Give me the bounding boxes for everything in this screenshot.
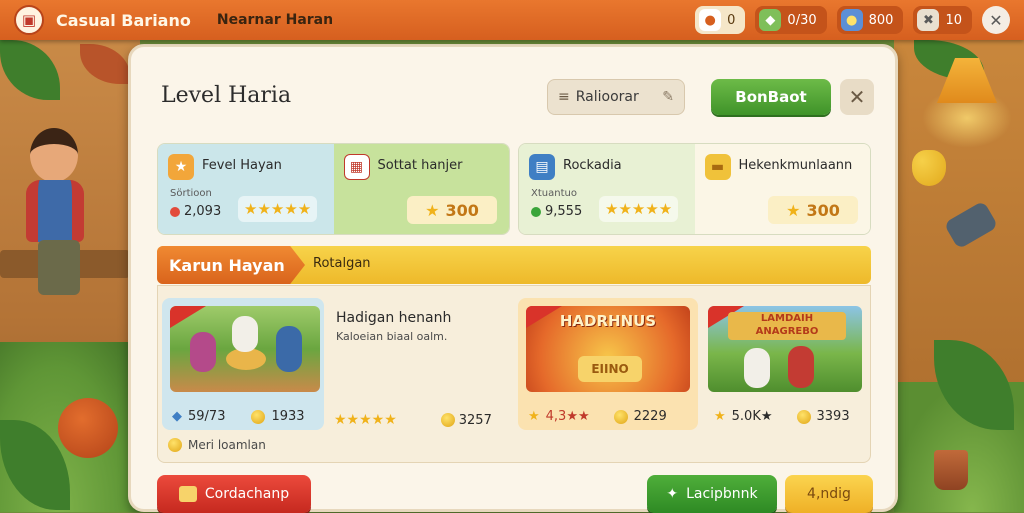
coin-icon	[251, 409, 266, 424]
tools-icon: ✖	[917, 9, 940, 31]
item-description: Kaloeian biaal oalm.	[336, 330, 448, 343]
puzzle-icon: ✦	[666, 486, 679, 502]
thumbnail-title: LAMDAIH ANAGREBO	[728, 312, 846, 340]
panel-close-icon[interactable]: ✕	[840, 79, 874, 115]
rating-stars: ★★★★★	[599, 196, 679, 222]
star-coin-icon: ★	[425, 200, 440, 220]
stats-card[interactable]: ★ Fevel Hayan Sörtioon 2,093 ★★★★★ ▦ Sot…	[157, 143, 510, 235]
thumbnail-sign: EIINO	[578, 356, 642, 382]
shield-icon: ◆	[172, 409, 182, 424]
card-value: 2,093	[170, 204, 221, 219]
calendar-icon: ▦	[343, 154, 370, 180]
card-sublabel: Sörtioon	[170, 188, 212, 199]
card-value: 9,555	[531, 204, 582, 219]
star-coin-icon: ★	[786, 200, 801, 220]
green-action-button[interactable]: ✦ Lacipbnnk	[647, 475, 777, 513]
filter-value: Ralioorar	[575, 89, 639, 105]
new-ribbon	[170, 306, 206, 328]
item-stats: ◆ 59/73 1933	[172, 409, 305, 424]
bananas-decoration	[912, 150, 946, 186]
reward-coins[interactable]: ★ 300	[407, 196, 497, 224]
section-tag[interactable]: Karun Hayan	[157, 246, 305, 284]
reward-coins[interactable]: ★ 300	[768, 196, 858, 224]
star-icon: ★	[714, 409, 726, 424]
gem-value: 0/30	[787, 12, 817, 28]
filter-icon: ≡	[558, 89, 570, 105]
ball-decoration	[58, 398, 118, 458]
card-label: Sottat hanjer	[377, 158, 463, 173]
ticket-icon	[178, 486, 197, 502]
yellow-action-button[interactable]: 4,ndig	[785, 475, 873, 513]
item-title: Hadigan henanh	[336, 310, 452, 326]
character-icon	[190, 332, 216, 372]
coin-icon	[440, 413, 455, 427]
level-list: ◆ 59/73 1933 Hadigan henanh Kaloeian bia…	[157, 285, 871, 463]
ticket-icon: ●	[699, 9, 722, 31]
character-icon	[276, 326, 302, 372]
card-label: Rockadia	[563, 158, 622, 173]
coins-value: 800	[868, 12, 894, 28]
level-panel: Level Haria ≡ Ralioorar ✎ BonBaot ✕ ★ Fe…	[128, 44, 898, 513]
book-icon: ▤	[529, 154, 555, 180]
player-character	[8, 120, 108, 320]
chest-icon[interactable]: ▣	[14, 5, 44, 35]
edit-icon: ✎	[662, 89, 674, 105]
thumbnail-title: HADRHNUS	[559, 312, 657, 330]
coin-icon	[168, 438, 182, 452]
status-dot-icon	[170, 206, 180, 217]
item-stats: ★ 5.0K★ 3393	[714, 409, 850, 424]
gem-counter[interactable]: ◆ 0/30	[755, 6, 827, 34]
top-bar: ▣ Casual Bariano Nearnar Haran ● 0 ◆ 0/3…	[0, 0, 1024, 40]
tools-value: 10	[945, 12, 962, 28]
sub-title: Nearnar Haran	[216, 12, 334, 28]
item-stats: ★ 4,3★★ 2229	[528, 409, 667, 424]
coins-counter[interactable]: ● 800	[836, 6, 904, 34]
coin-icon	[613, 409, 628, 424]
rating-stars: ★★★★★	[238, 196, 318, 222]
level-thumbnail	[170, 306, 320, 392]
red-action-button[interactable]: Cordachanp	[157, 475, 311, 513]
status-dot-icon	[531, 206, 541, 217]
character-icon	[788, 346, 814, 388]
stats-cards: ★ Fevel Hayan Sörtioon 2,093 ★★★★★ ▦ Sot…	[157, 143, 871, 235]
list-item[interactable]: HADRHNUS EIINO ★ 4,3★★ 2229	[518, 298, 698, 430]
primary-button[interactable]: BonBaot	[711, 79, 831, 115]
list-item[interactable]: ◆ 59/73 1933	[162, 298, 324, 430]
resource-bar: ● 0 ◆ 0/30 ● 800 ✖ 10 ✕	[695, 6, 1010, 34]
card-label: Hekenkmunlaann	[738, 158, 853, 173]
card-label: Fevel Hayan	[202, 158, 282, 173]
character-icon	[232, 316, 258, 352]
badge-icon: ★	[168, 154, 194, 180]
card-sublabel: Xtuantuo	[531, 188, 577, 199]
item-stats: ★★★★★ 3257	[334, 412, 492, 428]
character-icon	[744, 348, 770, 388]
filter-field[interactable]: ≡ Ralioorar ✎	[547, 79, 685, 115]
tools-counter[interactable]: ✖ 10	[913, 6, 972, 34]
level-thumbnail: HADRHNUS EIINO	[526, 306, 690, 392]
rating-stars: ★★★★★	[334, 412, 397, 428]
app-title: Casual Bariano	[56, 10, 191, 30]
star-icon: ★	[528, 409, 540, 424]
level-thumbnail: LAMDAIH ANAGREBO	[708, 306, 862, 392]
list-footer: Meri loamlan	[168, 438, 266, 452]
ticket-counter[interactable]: ● 0	[695, 6, 746, 34]
ticket-value: 0	[727, 12, 736, 28]
lamp-decoration	[922, 48, 1012, 148]
flower-pot-decoration	[934, 450, 968, 490]
section-text: Rotalgan	[313, 256, 371, 271]
stats-card[interactable]: ▤ Rockadia Xtuantuo 9,555 ★★★★★ ▬ Hekenk…	[518, 143, 871, 235]
list-item[interactable]: LAMDAIH ANAGREBO ★ 5.0K★ 3393	[704, 298, 868, 430]
section-banner: Karun Hayan Rotalgan	[157, 246, 871, 284]
close-icon[interactable]: ✕	[982, 6, 1010, 34]
coins-icon: ●	[840, 9, 863, 31]
panel-title: Level Haria	[161, 83, 292, 108]
gem-icon: ◆	[759, 9, 782, 31]
coin-icon	[796, 409, 811, 424]
gold-bar-icon: ▬	[704, 154, 731, 180]
panel-header: Level Haria ≡ Ralioorar ✎ BonBaot ✕	[145, 63, 881, 123]
